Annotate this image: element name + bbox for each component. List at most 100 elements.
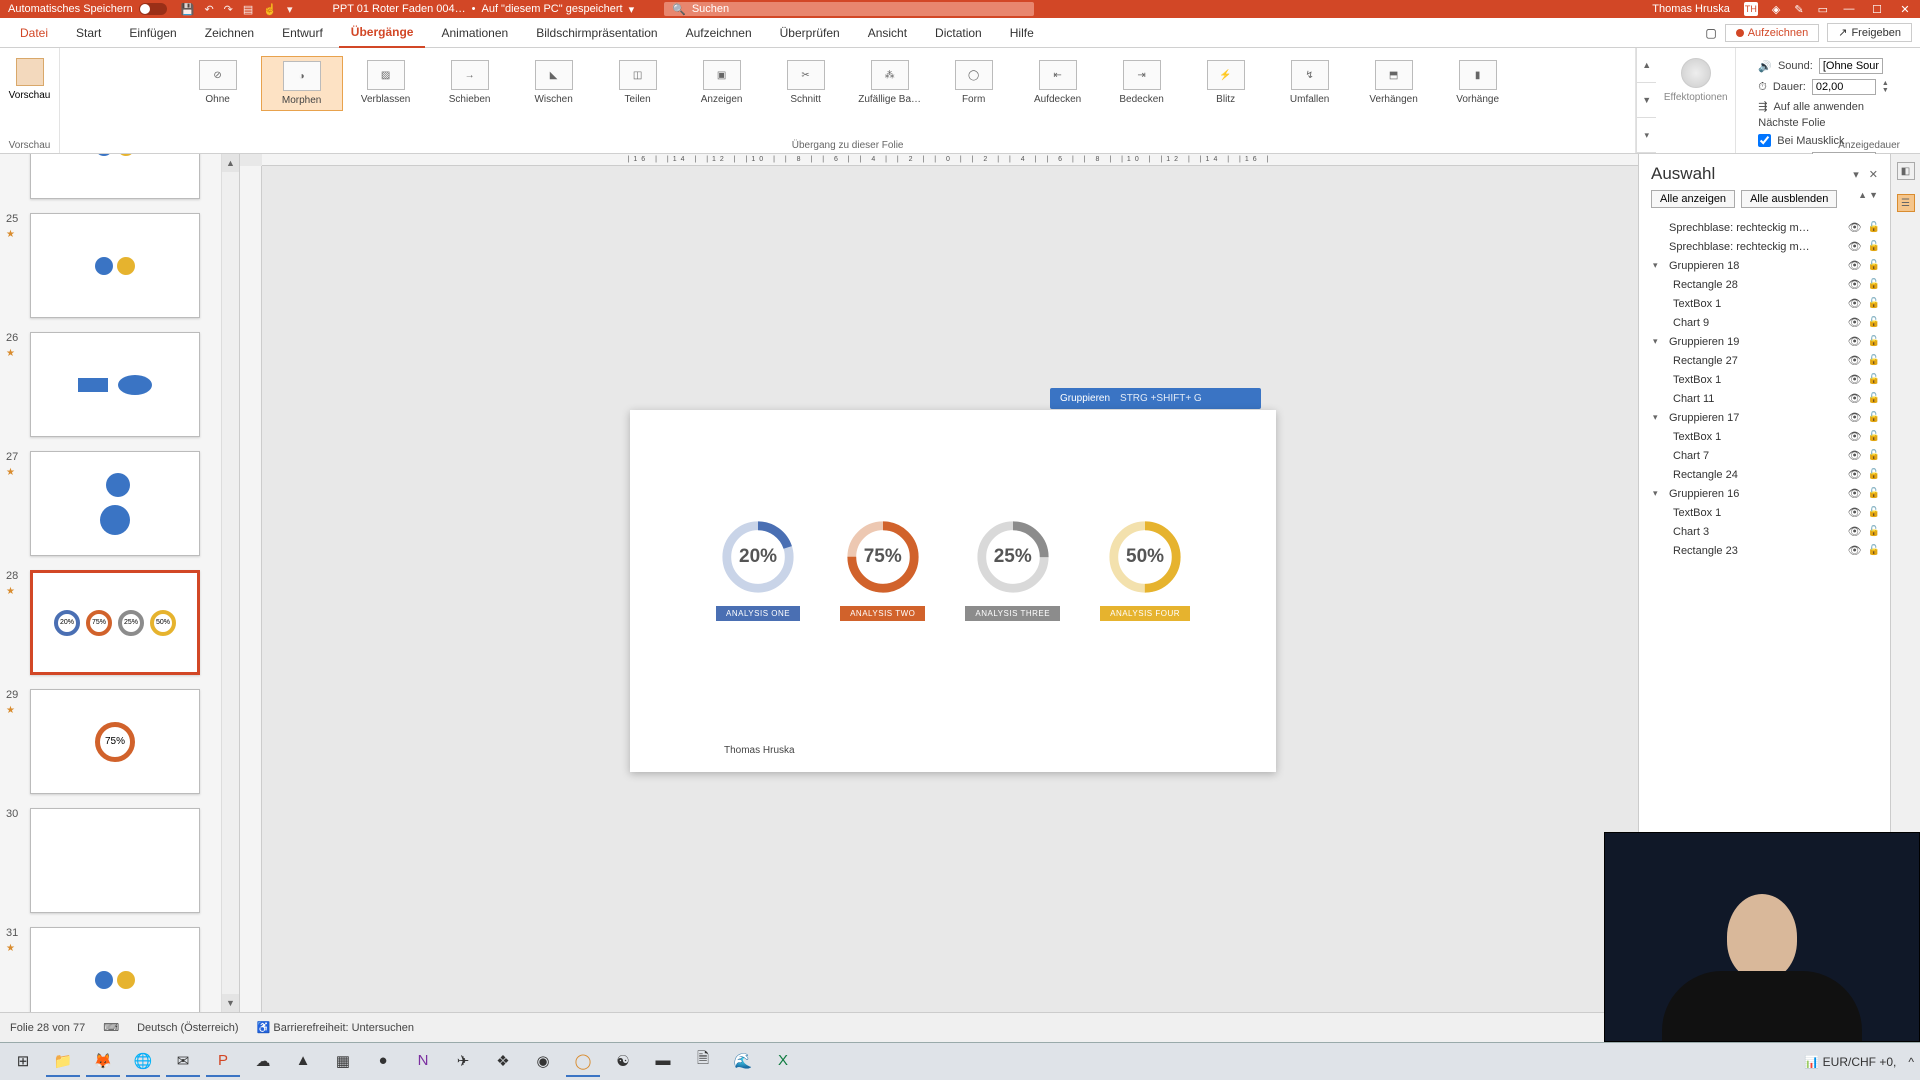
visibility-icon[interactable]: 👁 bbox=[1848, 449, 1862, 462]
lock-icon[interactable]: 🔓 bbox=[1868, 431, 1880, 442]
app3-icon[interactable]: ● bbox=[366, 1047, 400, 1077]
tab-record[interactable]: Aufzeichnen bbox=[674, 18, 764, 48]
transition-umfallen[interactable]: ↯Umfallen bbox=[1269, 56, 1351, 111]
selection-item[interactable]: Sprechblase: rechteckig m…👁🔓 bbox=[1639, 237, 1890, 256]
selection-item[interactable]: Rectangle 24👁🔓 bbox=[1639, 465, 1890, 484]
transition-schieben[interactable]: →Schieben bbox=[429, 56, 511, 111]
scroll-down-icon[interactable]: ▼ bbox=[222, 994, 239, 1012]
explorer-icon[interactable]: 📁 bbox=[46, 1047, 80, 1077]
designer-icon[interactable]: ◧ bbox=[1897, 162, 1915, 180]
chevron-down-icon[interactable]: ▾ bbox=[629, 3, 635, 16]
present-icon[interactable]: ▤ bbox=[243, 3, 253, 16]
transition-verblassen[interactable]: ▨Verblassen bbox=[345, 56, 427, 111]
tab-view[interactable]: Ansicht bbox=[856, 18, 919, 48]
accessibility-check[interactable]: ♿ Barrierefreiheit: Untersuchen bbox=[257, 1021, 414, 1034]
selection-item[interactable]: Rectangle 23👁🔓 bbox=[1639, 541, 1890, 560]
lock-icon[interactable]: 🔓 bbox=[1868, 412, 1880, 423]
collapse-ribbon-icon[interactable]: ▢ bbox=[1705, 26, 1716, 40]
donut-analysis-one[interactable]: 20%ANALYSIS ONE bbox=[716, 518, 800, 621]
undo-icon[interactable]: ↶ bbox=[204, 3, 213, 16]
touch-icon[interactable]: ☝ bbox=[263, 3, 277, 16]
apply-all-button[interactable]: ⇶ Auf alle anwenden bbox=[1758, 100, 1898, 113]
vlc-icon[interactable]: ▲ bbox=[286, 1047, 320, 1077]
chevron-down-icon[interactable]: ▾ bbox=[1653, 412, 1663, 423]
slide-thumb-27[interactable]: 27★ bbox=[30, 451, 213, 556]
selection-item[interactable]: Chart 3👁🔓 bbox=[1639, 522, 1890, 541]
lock-icon[interactable]: 🔓 bbox=[1868, 260, 1880, 271]
onenote-icon[interactable]: N bbox=[406, 1047, 440, 1077]
close-button[interactable]: ✕ bbox=[1898, 3, 1912, 16]
slide-thumb-30[interactable]: 30 bbox=[30, 808, 213, 913]
spell-check-icon[interactable]: ⌨ bbox=[103, 1021, 119, 1034]
powerpoint-icon[interactable]: P bbox=[206, 1047, 240, 1077]
minimize-button[interactable]: — bbox=[1842, 3, 1856, 15]
start-button[interactable]: ⊞ bbox=[6, 1047, 40, 1077]
tab-draw[interactable]: Zeichnen bbox=[193, 18, 266, 48]
slide-canvas[interactable]: |16 | |14 | |12 | |10 | | 8 | | 6 | | 4 … bbox=[240, 154, 1638, 1012]
lock-icon[interactable]: 🔓 bbox=[1868, 317, 1880, 328]
redo-icon[interactable]: ↷ bbox=[224, 3, 233, 16]
selection-item[interactable]: ▾Gruppieren 19👁🔓 bbox=[1639, 332, 1890, 351]
transition-schnitt[interactable]: ✂Schnitt bbox=[765, 56, 847, 111]
lock-icon[interactable]: 🔓 bbox=[1868, 279, 1880, 290]
excel-icon[interactable]: X bbox=[766, 1047, 800, 1077]
autosave-switch-icon[interactable] bbox=[139, 3, 167, 15]
selection-item[interactable]: Chart 11👁🔓 bbox=[1639, 389, 1890, 408]
visibility-icon[interactable]: 👁 bbox=[1848, 278, 1862, 291]
visibility-icon[interactable]: 👁 bbox=[1848, 430, 1862, 443]
transition-anzeigen[interactable]: ▣Anzeigen bbox=[681, 56, 763, 111]
save-icon[interactable]: 💾 bbox=[181, 3, 195, 16]
preview-button[interactable]: Vorschau bbox=[8, 52, 52, 101]
telegram-icon[interactable]: ✈ bbox=[446, 1047, 480, 1077]
app2-icon[interactable]: ▦ bbox=[326, 1047, 360, 1077]
gallery-down-icon[interactable]: ▼ bbox=[1637, 83, 1656, 118]
selection-item[interactable]: Chart 7👁🔓 bbox=[1639, 446, 1890, 465]
drawing-icon[interactable]: ✎ bbox=[1794, 3, 1803, 16]
lock-icon[interactable]: 🔓 bbox=[1868, 393, 1880, 404]
slide-thumb-29[interactable]: 29★75% bbox=[30, 689, 213, 794]
user-avatar[interactable]: TH bbox=[1744, 2, 1758, 16]
show-all-button[interactable]: Alle anzeigen bbox=[1651, 190, 1735, 208]
record-button[interactable]: Aufzeichnen bbox=[1725, 24, 1820, 42]
lock-icon[interactable]: 🔓 bbox=[1868, 507, 1880, 518]
selection-item[interactable]: Rectangle 28👁🔓 bbox=[1639, 275, 1890, 294]
chrome-icon[interactable]: 🌐 bbox=[126, 1047, 160, 1077]
lock-icon[interactable]: 🔓 bbox=[1868, 488, 1880, 499]
slide-thumb-31[interactable]: 31★ bbox=[30, 927, 213, 1012]
coming-soon-icon[interactable]: ◈ bbox=[1772, 3, 1780, 16]
scroll-up-icon[interactable]: ▲ bbox=[222, 154, 239, 172]
visibility-icon[interactable]: 👁 bbox=[1848, 506, 1862, 519]
tab-dictation[interactable]: Dictation bbox=[923, 18, 994, 48]
donut-analysis-three[interactable]: 25%ANALYSIS THREE bbox=[965, 518, 1060, 621]
visibility-icon[interactable]: 👁 bbox=[1848, 487, 1862, 500]
selection-item[interactable]: Sprechblase: rechteckig m…👁🔓 bbox=[1639, 218, 1890, 237]
selection-item[interactable]: TextBox 1👁🔓 bbox=[1639, 294, 1890, 313]
tab-insert[interactable]: Einfügen bbox=[117, 18, 188, 48]
tab-file[interactable]: Datei bbox=[8, 18, 60, 48]
qat-more-icon[interactable]: ▾ bbox=[287, 3, 293, 16]
app6-icon[interactable]: ☯ bbox=[606, 1047, 640, 1077]
lock-icon[interactable]: 🔓 bbox=[1868, 469, 1880, 480]
tab-animations[interactable]: Animationen bbox=[429, 18, 520, 48]
stock-ticker[interactable]: 📊 EUR/CHF +0, bbox=[1804, 1055, 1896, 1069]
visibility-icon[interactable]: 👁 bbox=[1848, 335, 1862, 348]
transition-zufällige ba…[interactable]: ⁂Zufällige Ba… bbox=[849, 56, 931, 111]
window-layout-icon[interactable]: ▭ bbox=[1818, 3, 1828, 16]
visibility-icon[interactable]: 👁 bbox=[1848, 221, 1862, 234]
transition-morphen[interactable]: ◑Morphen bbox=[261, 56, 343, 111]
transition-teilen[interactable]: ◫Teilen bbox=[597, 56, 679, 111]
selection-pane-icon[interactable]: ☰ bbox=[1897, 194, 1915, 212]
selection-item[interactable]: TextBox 1👁🔓 bbox=[1639, 370, 1890, 389]
tab-review[interactable]: Überprüfen bbox=[768, 18, 852, 48]
transition-form[interactable]: ◯Form bbox=[933, 56, 1015, 111]
visibility-icon[interactable]: 👁 bbox=[1848, 354, 1862, 367]
lock-icon[interactable]: 🔓 bbox=[1868, 545, 1880, 556]
chevron-down-icon[interactable]: ▾ bbox=[1653, 336, 1663, 347]
firefox-icon[interactable]: 🦊 bbox=[86, 1047, 120, 1077]
transition-blitz[interactable]: ⚡Blitz bbox=[1185, 56, 1267, 111]
lock-icon[interactable]: 🔓 bbox=[1868, 450, 1880, 461]
tab-design[interactable]: Entwurf bbox=[270, 18, 335, 48]
transition-wischen[interactable]: ◣Wischen bbox=[513, 56, 595, 111]
slide-thumb-25[interactable]: 25★ bbox=[30, 213, 213, 318]
slide-counter[interactable]: Folie 28 von 77 bbox=[10, 1022, 85, 1034]
